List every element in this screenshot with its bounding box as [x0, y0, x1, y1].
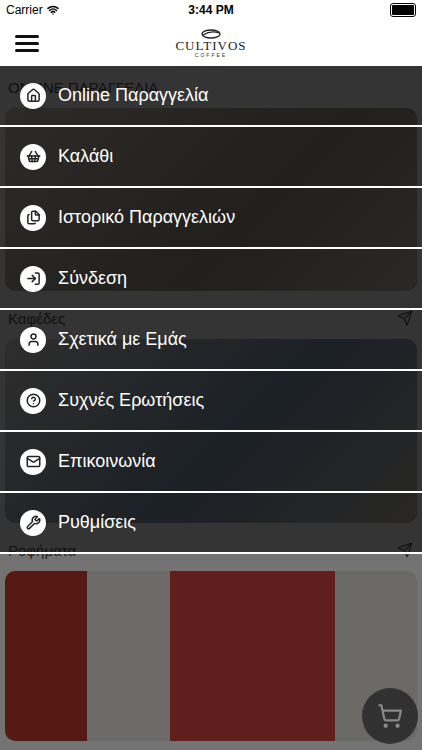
menu-label: Επικοινωνία — [58, 451, 156, 472]
home-icon — [26, 88, 41, 103]
logo-mark-icon — [200, 29, 222, 39]
battery-icon — [390, 3, 416, 17]
menu-item[interactable]: Ιστορικό Παραγγελιών — [0, 188, 422, 249]
clock: 3:44 PM — [188, 3, 233, 17]
menu-icon-circle — [20, 388, 46, 414]
menu-icon-circle — [20, 449, 46, 475]
menu-item[interactable]: Σύνδεση — [0, 249, 422, 310]
menu-label: Συχνές Ερωτήσεις — [58, 390, 204, 411]
menu-icon-circle — [20, 83, 46, 109]
menu-icon-circle — [20, 510, 46, 536]
menu-label: Online Παραγγελία — [58, 85, 209, 106]
menu-label: Σχετικά με Εμάς — [58, 329, 187, 350]
logo: CULTIVOSCOFFEE — [60, 29, 362, 58]
carrier: Carrier — [6, 3, 43, 17]
cart-icon — [377, 703, 403, 729]
header: CULTIVOSCOFFEE — [0, 20, 422, 66]
menu-item[interactable]: Επικοινωνία — [0, 432, 422, 493]
menu-item[interactable]: Σχετικά με Εμάς — [0, 310, 422, 371]
hamburger-icon[interactable] — [15, 35, 39, 52]
user-icon — [26, 332, 41, 347]
menu-label: Σύνδεση — [58, 268, 127, 289]
menu-item[interactable]: Online Παραγγελία — [0, 66, 422, 127]
files-icon — [26, 210, 41, 225]
menu-item[interactable]: Ρυθμίσεις — [0, 493, 422, 554]
cart-button[interactable] — [362, 688, 418, 744]
login-icon — [26, 271, 41, 286]
side-menu: Online Παραγγελία Καλάθι Ιστορικό Παραγγελ… — [0, 66, 422, 554]
wrench-icon — [26, 515, 41, 530]
logo-name: CULTIVOS — [175, 39, 246, 52]
menu-icon-circle — [20, 205, 46, 231]
app-screen: Carrier3:44 PMCULTIVOSCOFFEEONLINE ΠΑΡΑΓ… — [0, 0, 422, 750]
menu-label: Καλάθι — [58, 146, 113, 167]
logo-tagline: COFFEE — [195, 53, 227, 58]
wifi-icon — [47, 4, 59, 16]
menu-label: Ιστορικό Παραγγελιών — [58, 207, 235, 228]
mail-icon — [26, 454, 41, 469]
menu-icon-circle — [20, 144, 46, 170]
question-icon — [26, 393, 41, 408]
status-bar: Carrier 3:44 PM — [0, 0, 422, 20]
basket-icon — [26, 149, 41, 164]
menu-item[interactable]: Συχνές Ερωτήσεις — [0, 371, 422, 432]
menu-icon-circle — [20, 327, 46, 353]
menu-icon-circle — [20, 266, 46, 292]
menu-label: Ρυθμίσεις — [58, 512, 136, 533]
menu-item[interactable]: Καλάθι — [0, 127, 422, 188]
